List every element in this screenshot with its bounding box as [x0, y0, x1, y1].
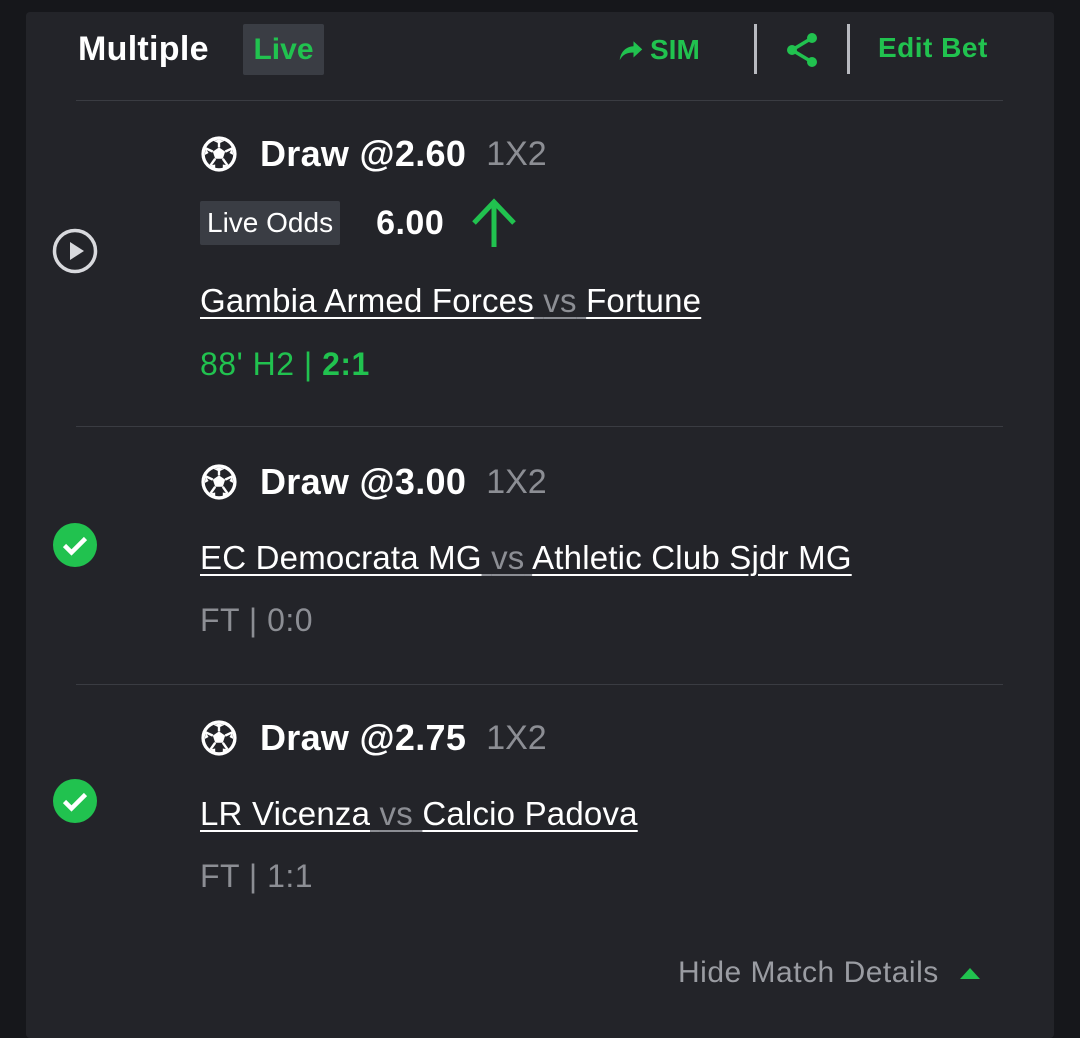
selection-label: Draw @2.60: [260, 133, 467, 174]
selection-label: Draw @2.75: [260, 717, 467, 758]
share-arrow-icon: [619, 41, 643, 60]
away-team-link[interactable]: Calcio Padova: [422, 795, 637, 832]
market-label: 1X2: [486, 134, 547, 173]
hide-match-details-label: Hide Match Details: [678, 956, 939, 989]
selection-row: Draw @3.00 1X2: [200, 460, 547, 504]
vs-label: vs: [379, 795, 413, 832]
live-score: 2:1: [322, 346, 370, 382]
header-divider: [754, 24, 757, 74]
selection-row: Draw @2.75 1X2: [200, 716, 547, 760]
match-result: FT | 1:1: [200, 858, 314, 894]
live-odds-badge: Live Odds: [200, 201, 341, 245]
match-time: 88' H2 |: [200, 346, 323, 382]
share-button[interactable]: [782, 30, 822, 70]
header-divider: [847, 24, 850, 74]
bet-type-title: Multiple: [78, 30, 209, 68]
soccer-ball-icon: [201, 136, 237, 172]
caret-up-icon: [959, 968, 980, 979]
soccer-ball-icon: [201, 720, 237, 756]
live-odds-value: 6.00: [376, 203, 445, 242]
divider: [76, 100, 1003, 101]
share-icon: [787, 33, 817, 67]
live-odds-row: Live Odds 6.00: [200, 198, 522, 247]
divider: [76, 426, 1003, 427]
selection-row: Draw @2.60 1X2: [200, 132, 547, 176]
sim-button[interactable]: SIM: [616, 32, 700, 68]
hide-match-details-button[interactable]: Hide Match Details: [678, 956, 981, 990]
selection-label: Draw @3.00: [260, 461, 467, 502]
match-teams: LR Vicenza vs Calcio Padova: [200, 795, 638, 833]
live-badge: Live: [243, 24, 324, 75]
live-match-status: 88' H2 | 2:1: [200, 346, 370, 383]
market-label: 1X2: [486, 718, 547, 757]
check-circle-icon: [53, 523, 97, 567]
home-team-link[interactable]: EC Democrata MG: [200, 539, 482, 576]
away-team-link[interactable]: Athletic Club Sjdr MG: [532, 539, 852, 576]
home-team-link[interactable]: LR Vicenza: [200, 795, 370, 832]
away-team-link[interactable]: Fortune: [586, 282, 701, 319]
divider: [76, 684, 1003, 685]
vs-label: vs: [491, 539, 525, 576]
soccer-ball-icon: [201, 464, 237, 500]
match-teams: Gambia Armed Forces vs Fortune: [200, 282, 701, 320]
check-circle-icon: [53, 779, 97, 823]
market-label: 1X2: [486, 462, 547, 501]
match-result: FT | 0:0: [200, 602, 314, 638]
vs-label: vs: [543, 282, 577, 319]
play-icon[interactable]: [52, 228, 98, 274]
match-teams: EC Democrata MG vs Athletic Club Sjdr MG: [200, 539, 852, 577]
home-team-link[interactable]: Gambia Armed Forces: [200, 282, 534, 319]
edit-bet-button[interactable]: Edit Bet: [878, 32, 988, 64]
bet-header: Multiple Live SIM Edit Bet: [26, 12, 1054, 100]
arrow-up-icon: [472, 198, 517, 247]
sim-label: SIM: [650, 34, 700, 65]
bet-card: Multiple Live SIM Edit Bet Draw @2.60 1X…: [26, 12, 1054, 1038]
